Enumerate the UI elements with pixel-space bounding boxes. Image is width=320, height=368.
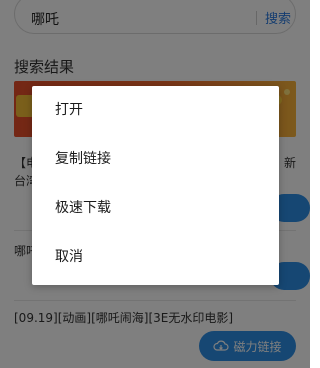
context-menu: 打开 复制链接 极速下载 取消 — [32, 86, 279, 285]
page: 哪吒 搜索 搜索结果 【电 新 台湾 哪吒 [09.19][动画][哪吒闹海][… — [0, 0, 310, 368]
menu-item-cancel[interactable]: 取消 — [32, 239, 279, 275]
menu-item-copy-link[interactable]: 复制链接 — [32, 141, 279, 177]
menu-item-open[interactable]: 打开 — [32, 92, 279, 128]
menu-item-fast-download[interactable]: 极速下载 — [32, 190, 279, 226]
